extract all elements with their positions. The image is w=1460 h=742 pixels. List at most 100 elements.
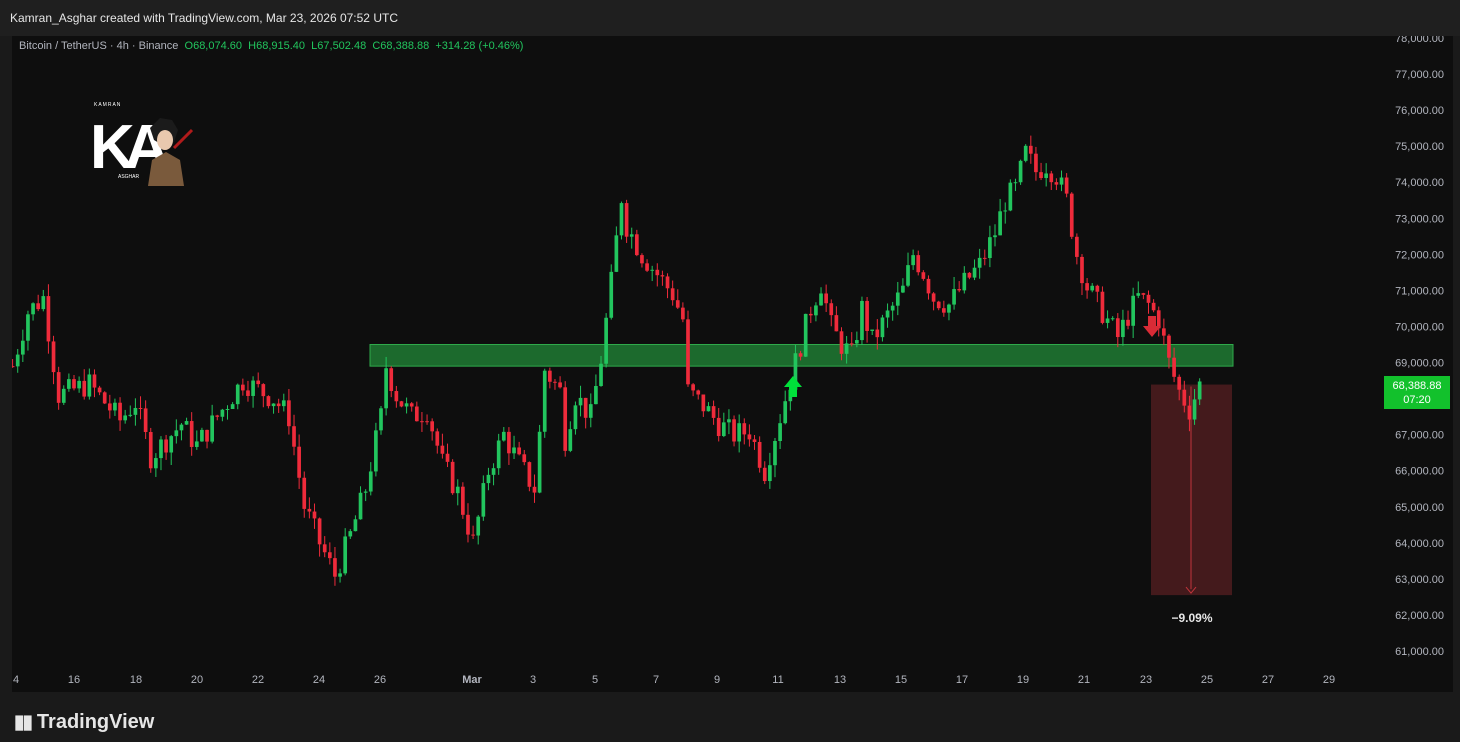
logo-bottom-text: ASGHAR [118, 174, 140, 180]
candle-down [138, 407, 143, 409]
candle-up [998, 211, 1002, 236]
candle-down [670, 288, 675, 301]
candle-down [634, 234, 639, 256]
y-tick-label: 72,000.00 [1395, 249, 1444, 261]
candle-down [834, 315, 839, 332]
candle-up [26, 314, 30, 341]
candle-down [957, 289, 962, 291]
candle-down [645, 263, 649, 271]
candle-down [921, 272, 926, 279]
candle-up [573, 405, 578, 430]
candle-up [343, 536, 348, 574]
candle-down [1085, 283, 1089, 291]
candle-down [839, 331, 844, 354]
candle-up [501, 431, 506, 441]
candle-down [1075, 236, 1079, 257]
candle-down [425, 421, 429, 423]
candle-down [655, 269, 660, 276]
candle-down [148, 432, 153, 469]
candle-up [251, 380, 255, 396]
candle-down [1182, 389, 1187, 406]
candle-up [512, 447, 516, 454]
candle-up [404, 403, 409, 407]
candle-down [394, 391, 399, 402]
candle-down [420, 421, 424, 423]
candle-up [363, 491, 368, 493]
x-tick-label: 29 [1323, 674, 1335, 686]
candle-up [220, 409, 225, 417]
candle-down [558, 382, 562, 388]
target-layer: −9.09% [1151, 384, 1232, 625]
candle-down [936, 301, 941, 309]
candle-down [266, 396, 271, 407]
y-tick-label: 76,000.00 [1395, 105, 1444, 117]
candlestick-chart[interactable]: −9.09% 78,000.00 77,000.00 76,000.00 75,000… [12, 36, 1453, 692]
candle-up [384, 368, 388, 409]
candle-up [353, 519, 358, 532]
candle-down [640, 255, 644, 264]
candle-up [814, 305, 818, 316]
candle-up [368, 471, 373, 492]
candle-down [1115, 318, 1120, 338]
candle-up [911, 255, 915, 266]
candle-up [870, 329, 875, 331]
x-axis: 4 16 18 20 22 24 26 Mar 3 5 7 9 11 13 15 17 19 21 23 25 27 29 [13, 674, 1335, 686]
candle-down [430, 421, 435, 432]
candle-up [133, 407, 138, 415]
candle-down [1069, 193, 1074, 237]
candle-down [716, 417, 721, 437]
candle-down [517, 447, 521, 455]
chart-panel[interactable]: −9.09% 78,000.00 77,000.00 76,000.00 75,000… [12, 36, 1453, 692]
candle-down [399, 401, 404, 407]
candle-down [752, 439, 757, 442]
candle-down [56, 372, 61, 403]
candle-down [471, 534, 475, 536]
candle-up [880, 317, 885, 338]
candle-down [118, 402, 122, 421]
candle-up [1003, 210, 1008, 212]
x-tick-label: 22 [252, 674, 264, 686]
candle-down [327, 552, 332, 559]
high-value: H68,915.40 [248, 40, 306, 52]
candle-down [102, 392, 107, 404]
y-tick-label: 69,000.00 [1395, 358, 1444, 370]
x-tick-label: 24 [313, 674, 325, 686]
candle-down [302, 477, 307, 509]
candle-up [496, 440, 501, 469]
candle-up [338, 573, 342, 577]
candle-down [440, 445, 445, 454]
candle-up [1013, 182, 1018, 184]
candle-down [675, 300, 680, 308]
candle-down [246, 390, 250, 396]
candle-down [681, 307, 685, 320]
candle-up [491, 468, 496, 475]
candle-up [778, 423, 782, 442]
candle-down [12, 366, 15, 368]
candle-down [1100, 291, 1105, 323]
y-tick-label: 62,000.00 [1395, 610, 1444, 622]
candle-up [901, 285, 905, 293]
candle-up [113, 402, 117, 411]
candle-down [875, 329, 880, 338]
candle-up [41, 296, 46, 310]
y-tick-label: 66,000.00 [1395, 466, 1444, 478]
candle-down [215, 415, 220, 417]
candle-down [1187, 405, 1192, 420]
change-value: +314.28 (+0.46%) [435, 40, 524, 52]
candle-up [773, 441, 777, 466]
candle-up [200, 429, 204, 442]
candle-down [445, 453, 450, 462]
y-tick-label: 78,000.00 [1395, 36, 1444, 45]
tradingview-logo[interactable]: ▮▮ TradingView [14, 711, 154, 734]
candle-up [947, 304, 951, 313]
candle-down [435, 431, 440, 446]
x-tick-label: Mar [462, 674, 482, 686]
candle-down [931, 293, 936, 302]
candle-up [15, 354, 20, 367]
target-percent-label: −9.09% [1171, 611, 1212, 625]
x-tick-label: 15 [895, 674, 907, 686]
candle-up [537, 431, 542, 493]
candle-down [1156, 310, 1161, 329]
candle-up [179, 424, 184, 431]
x-tick-label: 26 [374, 674, 386, 686]
